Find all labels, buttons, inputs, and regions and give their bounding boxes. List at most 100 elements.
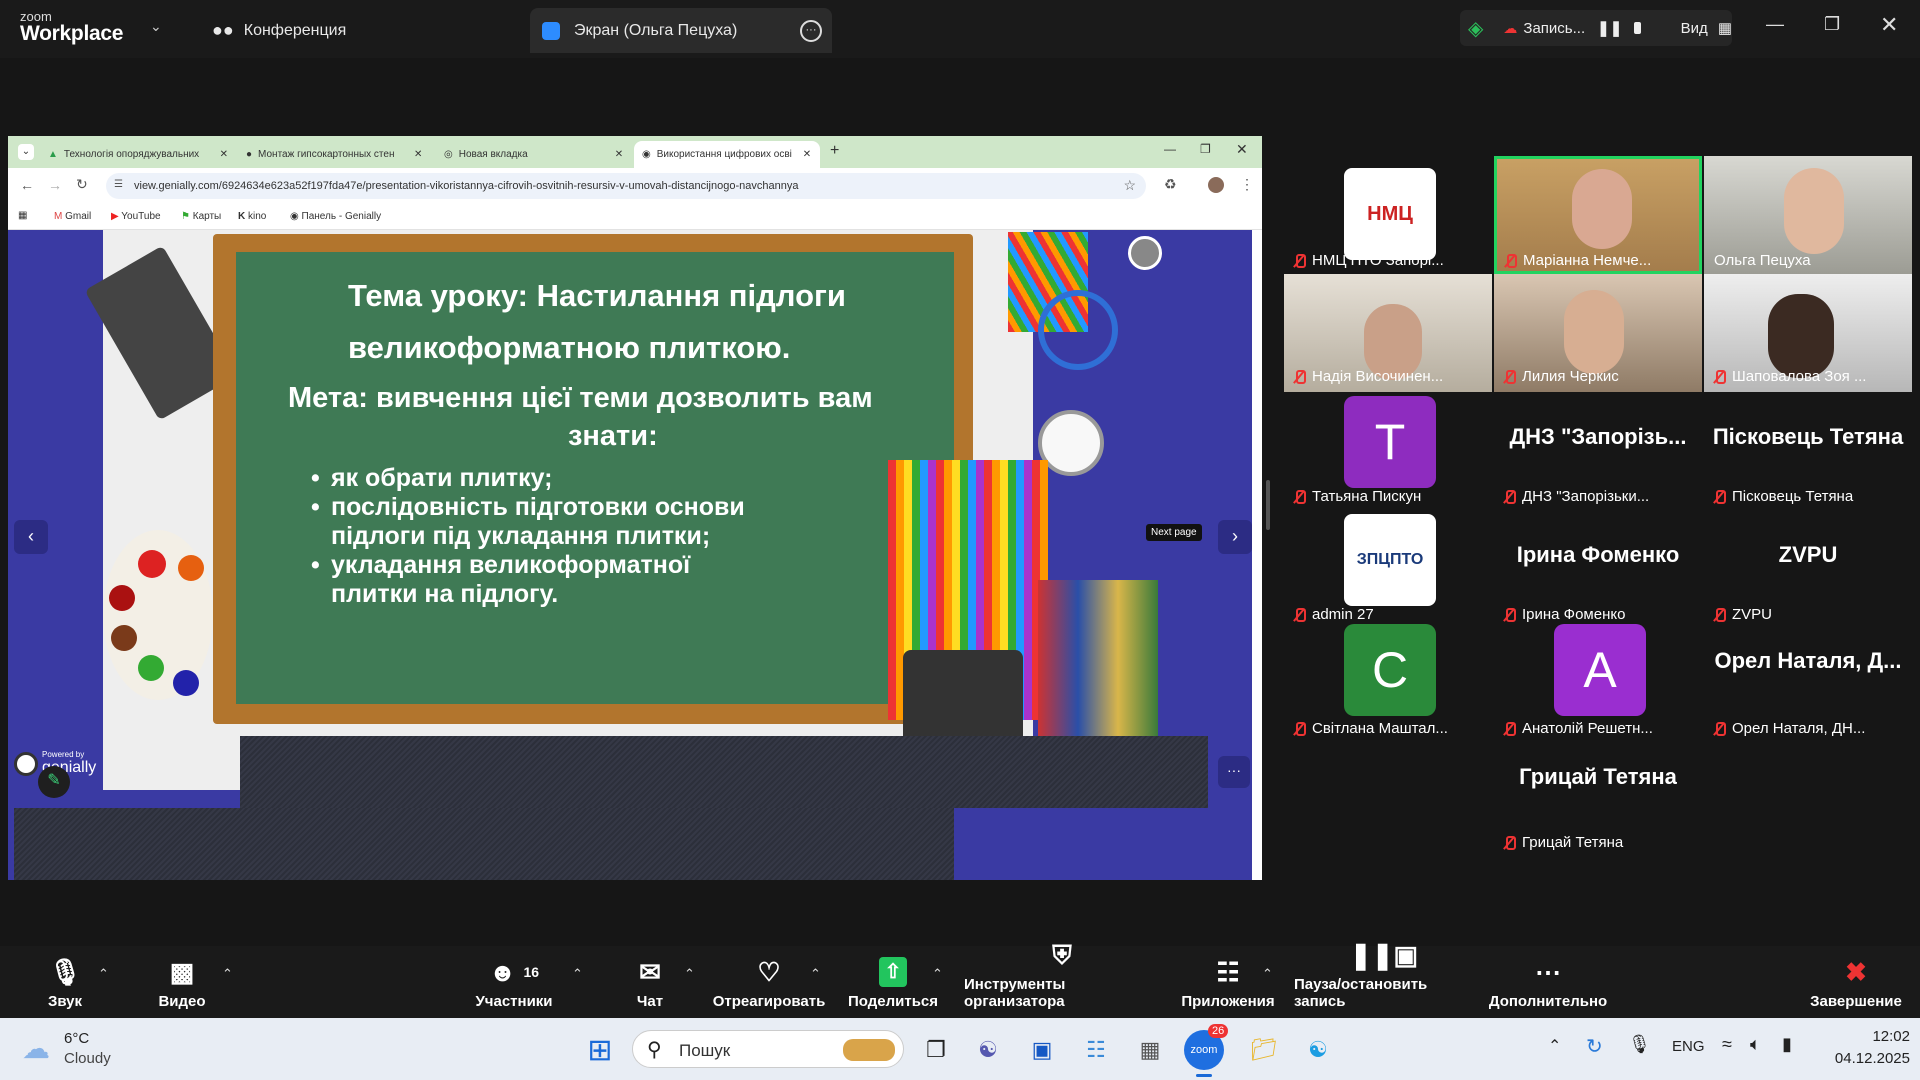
- pause-stop-record-button[interactable]: ❚❚▣ Пауза/остановить запись: [1294, 940, 1474, 1018]
- clock-time[interactable]: 12:02: [1830, 1028, 1910, 1045]
- profile-avatar[interactable]: [1208, 177, 1224, 193]
- minimize-icon[interactable]: —: [1766, 14, 1784, 35]
- participant-tile[interactable]: ДНЗ "Запорізь... ДНЗ "Запорізьки...: [1494, 392, 1702, 510]
- participant-tile[interactable]: Орел Наталя, Д... Орел Наталя, ДН...: [1704, 628, 1912, 746]
- video-button[interactable]: ▩ Видео: [150, 946, 214, 1018]
- participant-tile[interactable]: Грицай Тетяна Грицай Тетяна: [1494, 746, 1702, 864]
- bookmark-star-icon[interactable]: ☆: [1123, 177, 1136, 194]
- pause-record-icon[interactable]: ❚❚: [1597, 19, 1622, 37]
- tab-close-icon[interactable]: ✕: [615, 149, 623, 160]
- wifi-icon[interactable]: ≈: [1722, 1034, 1732, 1055]
- menu-icon[interactable]: ⋮: [1240, 176, 1254, 193]
- stop-record-icon[interactable]: [1634, 22, 1641, 34]
- restore-icon[interactable]: ❐: [1824, 14, 1840, 35]
- chevron-up-icon[interactable]: ⌃: [1548, 1036, 1561, 1056]
- end-meeting-button[interactable]: ✖ Завершение: [1810, 946, 1902, 1018]
- participant-tile[interactable]: ЗПЦПТО admin 27: [1284, 510, 1492, 628]
- more-options-icon[interactable]: ···: [1218, 756, 1250, 788]
- participants-button[interactable]: ☻ 16 Участники: [470, 946, 558, 1018]
- bookmark-genially[interactable]: ◉ Панель - Genially: [290, 211, 381, 222]
- participant-tile[interactable]: T Татьяна Пискун: [1284, 392, 1492, 510]
- participant-tile[interactable]: НМЦ ПТО НМЦ ПТО Запорі...: [1284, 156, 1492, 317]
- new-tab-icon[interactable]: +: [830, 142, 839, 160]
- browser-tab-2[interactable]: ● Монтаж гипсокартонных стен ✕: [238, 141, 434, 168]
- chevron-up-icon[interactable]: ⌃: [222, 966, 233, 982]
- browser-tab-3[interactable]: ◎ Новая вкладка ✕: [436, 141, 632, 168]
- participant-tile[interactable]: Ольга Пецуха: [1704, 156, 1912, 274]
- participant-tile[interactable]: Лилия Черкис: [1494, 274, 1702, 392]
- tab-conference[interactable]: ●● Конференция: [200, 8, 520, 53]
- host-tools-button[interactable]: ⛨ Инструменты организатора: [964, 940, 1160, 1018]
- browser-tab-label: Новая вкладка: [458, 149, 528, 160]
- more-button[interactable]: ⋯ Дополнительно: [1489, 946, 1607, 1018]
- chevron-up-icon[interactable]: ⌃: [810, 966, 821, 982]
- tab-close-icon[interactable]: ✕: [220, 149, 228, 160]
- apps-button[interactable]: ☷ Приложения: [1180, 946, 1276, 1018]
- genially-interactive-icon[interactable]: [1128, 236, 1162, 270]
- calculator-icon[interactable]: ▦: [1130, 1030, 1170, 1070]
- control-panel-icon[interactable]: ☷: [1076, 1030, 1116, 1070]
- window-minimize-icon[interactable]: —: [1164, 142, 1176, 156]
- bookmark-kino[interactable]: K kino: [238, 211, 266, 222]
- language-indicator[interactable]: ENG: [1672, 1038, 1705, 1055]
- chevron-up-icon[interactable]: ⌃: [932, 966, 943, 982]
- split-resize-handle[interactable]: [1266, 480, 1270, 530]
- apps-grid-icon[interactable]: ▦: [18, 210, 27, 221]
- extensions-icon[interactable]: ♻: [1164, 176, 1177, 193]
- participant-tile-active-speaker[interactable]: Маріанна Немче...: [1494, 156, 1702, 274]
- edge-icon[interactable]: ☯: [1298, 1030, 1338, 1070]
- prev-page-button[interactable]: ‹: [14, 520, 48, 554]
- participant-tile[interactable]: Надія Височинен...: [1284, 274, 1492, 392]
- tab-close-icon[interactable]: ✕: [414, 149, 422, 160]
- sync-icon[interactable]: ↻: [1586, 1034, 1603, 1059]
- participant-tile[interactable]: A Анатолій Решетн...: [1494, 624, 1702, 746]
- store-icon[interactable]: ▣: [1022, 1030, 1062, 1070]
- reload-icon[interactable]: ↻: [76, 176, 88, 193]
- participant-tile[interactable]: Ірина Фоменко Ірина Фоменко: [1494, 510, 1702, 628]
- battery-icon[interactable]: ▮: [1782, 1034, 1792, 1055]
- close-icon[interactable]: ✕: [1880, 12, 1898, 38]
- chat-button[interactable]: ✉ Чат: [630, 946, 670, 1018]
- address-bar[interactable]: ☰ view.genially.com/6924634e623a52f197fd…: [106, 173, 1146, 199]
- teams-icon[interactable]: ☯: [968, 1030, 1008, 1070]
- microphone-icon[interactable]: 🎙︎: [1628, 1034, 1651, 1055]
- browser-tab-1[interactable]: ▲ Технологія опоряджувальних ✕: [40, 141, 236, 168]
- audio-button[interactable]: 🎙︎ Звук: [40, 946, 90, 1018]
- taskbar-search[interactable]: ⚲ Пошук: [632, 1030, 904, 1068]
- tab-screen-share[interactable]: Экран (Ольга Пецуха) ···: [530, 8, 832, 53]
- forward-icon[interactable]: →: [48, 177, 62, 193]
- windows-start-icon[interactable]: ⊞: [580, 1030, 620, 1070]
- participant-tile[interactable]: C Світлана Маштал...: [1284, 624, 1492, 746]
- tab-close-icon[interactable]: ✕: [803, 149, 811, 160]
- browser-tab-4-active[interactable]: ◉ Використання цифрових осві ✕: [634, 141, 820, 168]
- participant-display-name: Грицай Тетяна: [1519, 764, 1677, 789]
- bookmark-youtube[interactable]: ▶ YouTube: [111, 211, 161, 222]
- site-info-icon[interactable]: ☰: [114, 179, 123, 190]
- back-icon[interactable]: ←: [20, 177, 34, 193]
- mic-muted-icon: [1712, 489, 1726, 504]
- bookmark-gmail[interactable]: M Gmail: [54, 211, 91, 222]
- chevron-up-icon[interactable]: ⌃: [684, 966, 695, 982]
- participant-tile[interactable]: Шаповалова Зоя ...: [1704, 274, 1912, 392]
- chevron-down-icon[interactable]: ⌄: [150, 18, 162, 35]
- view-button[interactable]: Вид: [1681, 20, 1708, 37]
- chevron-up-icon[interactable]: ⌃: [98, 966, 109, 982]
- react-button[interactable]: ♡ Отреагировать: [713, 946, 826, 1018]
- window-close-icon[interactable]: ✕: [1236, 141, 1248, 158]
- file-explorer-icon[interactable]: 📁︎: [1244, 1030, 1284, 1070]
- task-view-icon[interactable]: ❐: [916, 1030, 956, 1070]
- annotate-pencil-icon[interactable]: ✎: [38, 766, 70, 798]
- window-restore-icon[interactable]: ❐: [1200, 142, 1211, 156]
- share-button[interactable]: ⇧ Поделиться: [848, 946, 938, 1018]
- participant-tile[interactable]: Пісковець Тетяна Пісковець Тетяна: [1704, 392, 1912, 510]
- chevron-up-icon[interactable]: ⌃: [572, 966, 583, 982]
- next-page-button[interactable]: ›: [1218, 520, 1252, 554]
- chevron-up-icon[interactable]: ⌃: [1262, 966, 1273, 982]
- volume-icon[interactable]: 🔈︎: [1750, 1034, 1761, 1055]
- tab-search-icon[interactable]: ⌄: [18, 144, 34, 160]
- participant-tile[interactable]: ZVPU ZVPU: [1704, 510, 1912, 628]
- clock-date[interactable]: 04.12.2025: [1814, 1050, 1910, 1067]
- bookmark-maps[interactable]: ⚑ Карты: [181, 211, 221, 222]
- view-grid-icon[interactable]: ▦: [1718, 19, 1732, 37]
- more-options-icon[interactable]: ···: [800, 20, 822, 42]
